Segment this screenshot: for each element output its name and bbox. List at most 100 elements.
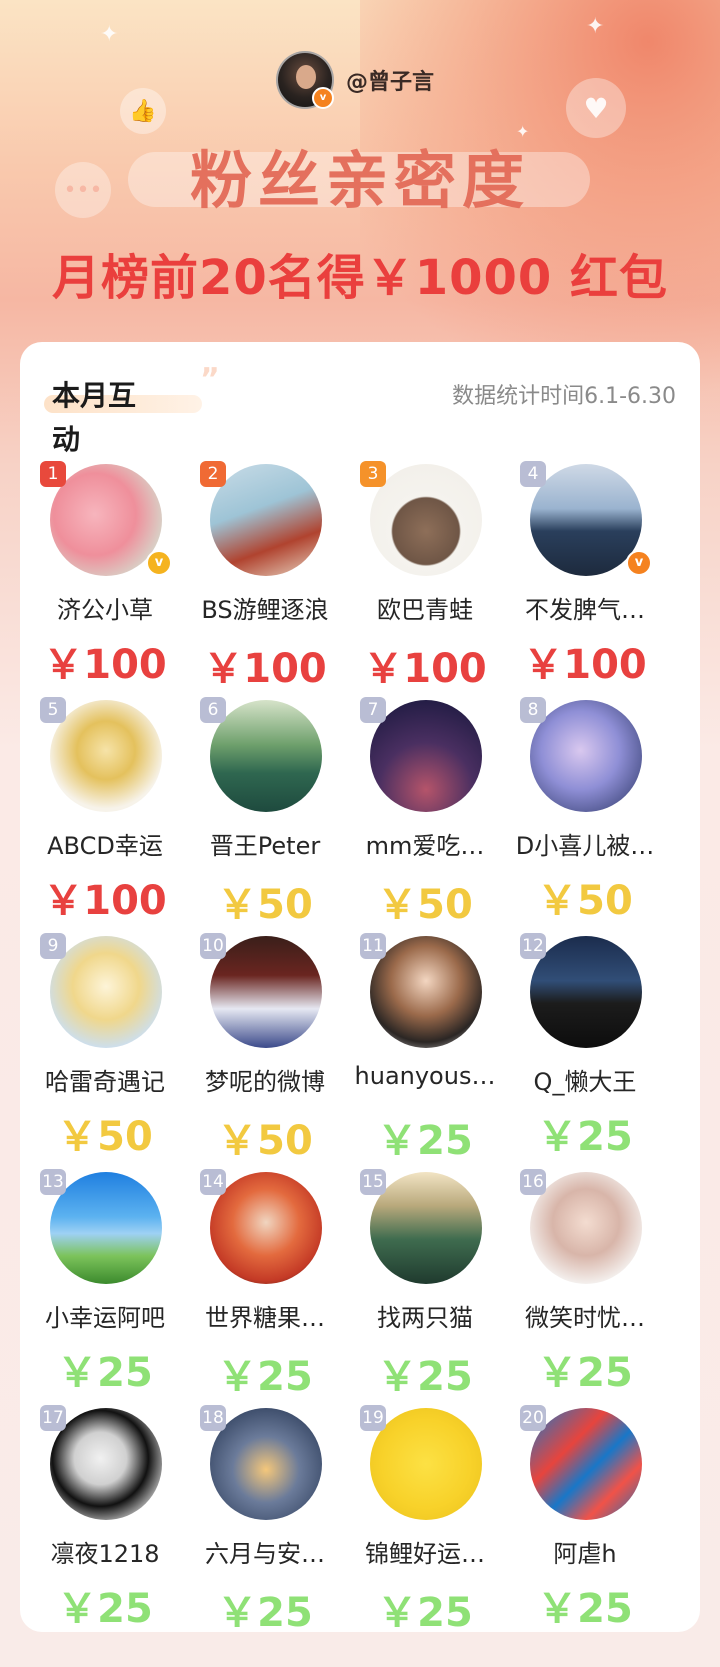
rank-badge: 8: [520, 697, 546, 723]
user-name[interactable]: 微笑时忧…: [496, 1298, 674, 1333]
user-name[interactable]: 六月与安…: [176, 1534, 354, 1569]
verified-badge-icon: v: [146, 550, 172, 576]
prize-amount: ￥25: [377, 1354, 473, 1400]
ranking-item[interactable]: 3 欧巴青蛙 ￥100: [340, 461, 510, 692]
heart-icon: ♥: [566, 78, 626, 138]
sparkle-icon: ✦: [586, 14, 605, 39]
user-name[interactable]: 晋王Peter: [176, 826, 354, 861]
prize-amount: ￥25: [537, 1586, 633, 1632]
host-profile[interactable]: v @曾子言: [276, 50, 434, 110]
sparkle-icon: ✦: [100, 22, 119, 47]
user-avatar[interactable]: [50, 1172, 162, 1284]
user-name[interactable]: 找两只猫: [336, 1298, 514, 1333]
user-avatar[interactable]: [210, 700, 322, 812]
ranking-item[interactable]: 19 锦鲤好运… ￥25: [340, 1405, 510, 1636]
prize-amount: ￥25: [57, 1350, 153, 1396]
user-name[interactable]: Q_懒大王: [496, 1062, 674, 1097]
user-avatar[interactable]: [530, 1408, 642, 1520]
user-name[interactable]: 济公小草: [16, 590, 194, 625]
rank-badge: 13: [40, 1169, 66, 1195]
user-avatar[interactable]: [530, 464, 642, 576]
ranking-item[interactable]: 2 BS游鲤逐浪 ￥100: [180, 461, 350, 692]
user-name[interactable]: 锦鲤好运…: [336, 1534, 514, 1569]
ranking-item[interactable]: 9 哈雷奇遇记 ￥50: [20, 933, 190, 1160]
user-name[interactable]: 阿虐h: [496, 1534, 674, 1569]
prize-amount: ￥50: [217, 882, 313, 928]
ranking-item[interactable]: 12 Q_懒大王 ￥25: [500, 933, 670, 1160]
prize-amount: ￥50: [377, 882, 473, 928]
user-avatar[interactable]: [50, 936, 162, 1048]
user-avatar[interactable]: [530, 936, 642, 1048]
user-avatar[interactable]: [370, 1172, 482, 1284]
page-title: 粉丝亲密度: [189, 144, 530, 217]
rank-badge: 1: [40, 461, 66, 487]
user-name[interactable]: BS游鲤逐浪: [176, 590, 354, 625]
prize-amount: ￥25: [217, 1590, 313, 1636]
ranking-item[interactable]: 6 晋王Peter ￥50: [180, 697, 350, 928]
ranking-item[interactable]: 13 小幸运阿吧 ￥25: [20, 1169, 190, 1396]
ranking-item[interactable]: 14 世界糖果… ￥25: [180, 1169, 350, 1400]
prize-amount: ￥100: [43, 642, 167, 688]
prize-amount: ￥25: [217, 1354, 313, 1400]
user-name[interactable]: 小幸运阿吧: [16, 1298, 194, 1333]
ranking-item[interactable]: 5 ABCD幸运 ￥100: [20, 697, 190, 924]
user-name[interactable]: 梦呢的微博: [176, 1062, 354, 1097]
user-avatar[interactable]: [370, 1408, 482, 1520]
ranking-item[interactable]: 8 D小喜儿被… ￥50: [500, 697, 670, 924]
rank-badge: 9: [40, 933, 66, 959]
thumbs-up-icon: 👍: [120, 88, 166, 134]
host-avatar[interactable]: v: [276, 51, 334, 109]
rank-badge: 20: [520, 1405, 546, 1431]
user-name[interactable]: 哈雷奇遇记: [16, 1062, 194, 1097]
rank-badge: 3: [360, 461, 386, 487]
ranking-item[interactable]: 4 v 不发脾气… ￥100: [500, 461, 670, 688]
rank-badge: 11: [360, 933, 386, 959]
rank-badge: 15: [360, 1169, 386, 1195]
prize-amount: ￥50: [537, 878, 633, 924]
prize-amount: ￥100: [523, 642, 647, 688]
user-avatar[interactable]: [210, 464, 322, 576]
user-avatar[interactable]: [50, 1408, 162, 1520]
prize-amount: ￥25: [377, 1118, 473, 1164]
user-name[interactable]: D小喜儿被…: [496, 826, 674, 861]
host-username[interactable]: @曾子言: [346, 64, 434, 96]
ranking-item[interactable]: 17 凛夜1218 ￥25: [20, 1405, 190, 1632]
prize-amount: ￥25: [377, 1590, 473, 1636]
user-name[interactable]: mm爱吃…: [336, 826, 514, 861]
rank-badge: 7: [360, 697, 386, 723]
ranking-item[interactable]: 16 微笑时忧… ￥25: [500, 1169, 670, 1396]
ranking-item[interactable]: 7 mm爱吃… ￥50: [340, 697, 510, 928]
rank-badge: 18: [200, 1405, 226, 1431]
user-avatar[interactable]: [370, 936, 482, 1048]
ranking-item[interactable]: 15 找两只猫 ￥25: [340, 1169, 510, 1400]
user-name[interactable]: 世界糖果…: [176, 1298, 354, 1333]
prize-amount: ￥100: [203, 646, 327, 692]
prize-amount: ￥25: [537, 1350, 633, 1396]
user-avatar[interactable]: [530, 700, 642, 812]
rank-badge: 12: [520, 933, 546, 959]
ranking-item[interactable]: 20 阿虐h ￥25: [500, 1405, 670, 1632]
user-avatar[interactable]: [210, 936, 322, 1048]
user-avatar[interactable]: [210, 1408, 322, 1520]
rank-badge: 17: [40, 1405, 66, 1431]
user-avatar[interactable]: [530, 1172, 642, 1284]
ranking-item[interactable]: 11 huanyous… ￥25: [340, 933, 510, 1164]
ranking-item[interactable]: 1 v 济公小草 ￥100: [20, 461, 190, 688]
user-avatar[interactable]: [370, 700, 482, 812]
user-avatar[interactable]: [370, 464, 482, 576]
user-name[interactable]: 欧巴青蛙: [336, 590, 514, 625]
user-name[interactable]: 不发脾气…: [496, 590, 674, 625]
prize-amount: ￥50: [57, 1114, 153, 1160]
user-avatar[interactable]: [210, 1172, 322, 1284]
user-name[interactable]: 凛夜1218: [16, 1534, 194, 1569]
rank-badge: 19: [360, 1405, 386, 1431]
ranking-item[interactable]: 10 梦呢的微博 ￥50: [180, 933, 350, 1164]
rank-badge: 14: [200, 1169, 226, 1195]
prize-amount: ￥50: [217, 1118, 313, 1164]
user-avatar[interactable]: [50, 700, 162, 812]
user-name[interactable]: ABCD幸运: [16, 826, 194, 861]
ranking-item[interactable]: 18 六月与安… ￥25: [180, 1405, 350, 1636]
user-avatar[interactable]: [50, 464, 162, 576]
user-name[interactable]: huanyous…: [336, 1062, 514, 1090]
rank-badge: 16: [520, 1169, 546, 1195]
